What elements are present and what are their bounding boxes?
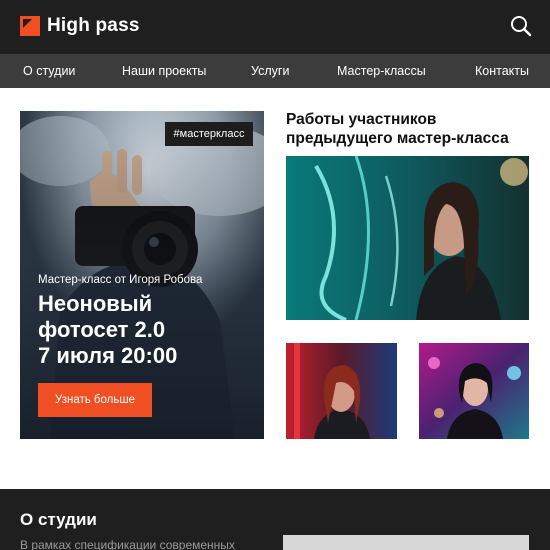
hero-subtitle: Мастер-класс от Игоря Робова	[38, 274, 203, 286]
about-title: О студии	[20, 510, 97, 529]
learn-more-button[interactable]: Узнать больше	[38, 383, 152, 417]
gallery-photo-large[interactable]	[286, 156, 529, 320]
nav-item-services[interactable]: Услуги	[251, 54, 289, 88]
nav-item-masterclasses[interactable]: Мастер-классы	[337, 54, 426, 88]
hero-title-line: фотосет 2.0	[38, 317, 166, 342]
search-icon[interactable]	[509, 14, 533, 38]
logo-text: High pass	[47, 15, 140, 36]
gallery-photo-small-left[interactable]	[286, 343, 397, 439]
gallery-title-line: Работы участников	[286, 111, 437, 128]
gallery-title: Работы участников предыдущего мастер-кла…	[286, 110, 536, 148]
hero-title: Неоновый фотосет 2.0 7 июля 20:00	[38, 291, 258, 369]
hashtag-badge[interactable]: #мастеркласс	[165, 122, 253, 146]
hero-title-line: 7 июля 20:00	[38, 343, 178, 368]
about-image	[283, 535, 529, 550]
logo[interactable]: High pass	[20, 15, 140, 37]
nav-item-about[interactable]: О студии	[23, 54, 75, 88]
about-section: О студии В рамках спецификации современн…	[0, 489, 550, 550]
hero-title-line: Неоновый	[38, 291, 153, 316]
site-header: High pass	[0, 0, 550, 54]
nav-item-contacts[interactable]: Контакты	[475, 54, 529, 88]
about-text: В рамках спецификации современных	[20, 538, 235, 550]
main-nav: О студии Наши проекты Услуги Мастер-клас…	[0, 54, 550, 88]
gallery-title-line: предыдущего мастер-класса	[286, 130, 509, 147]
gallery-photo-small-right[interactable]	[419, 343, 529, 439]
nav-item-projects[interactable]: Наши проекты	[122, 54, 206, 88]
logo-mark-icon	[20, 16, 40, 36]
hero-card: #мастеркласс Мастер-класс от Игоря Робов…	[20, 111, 264, 439]
